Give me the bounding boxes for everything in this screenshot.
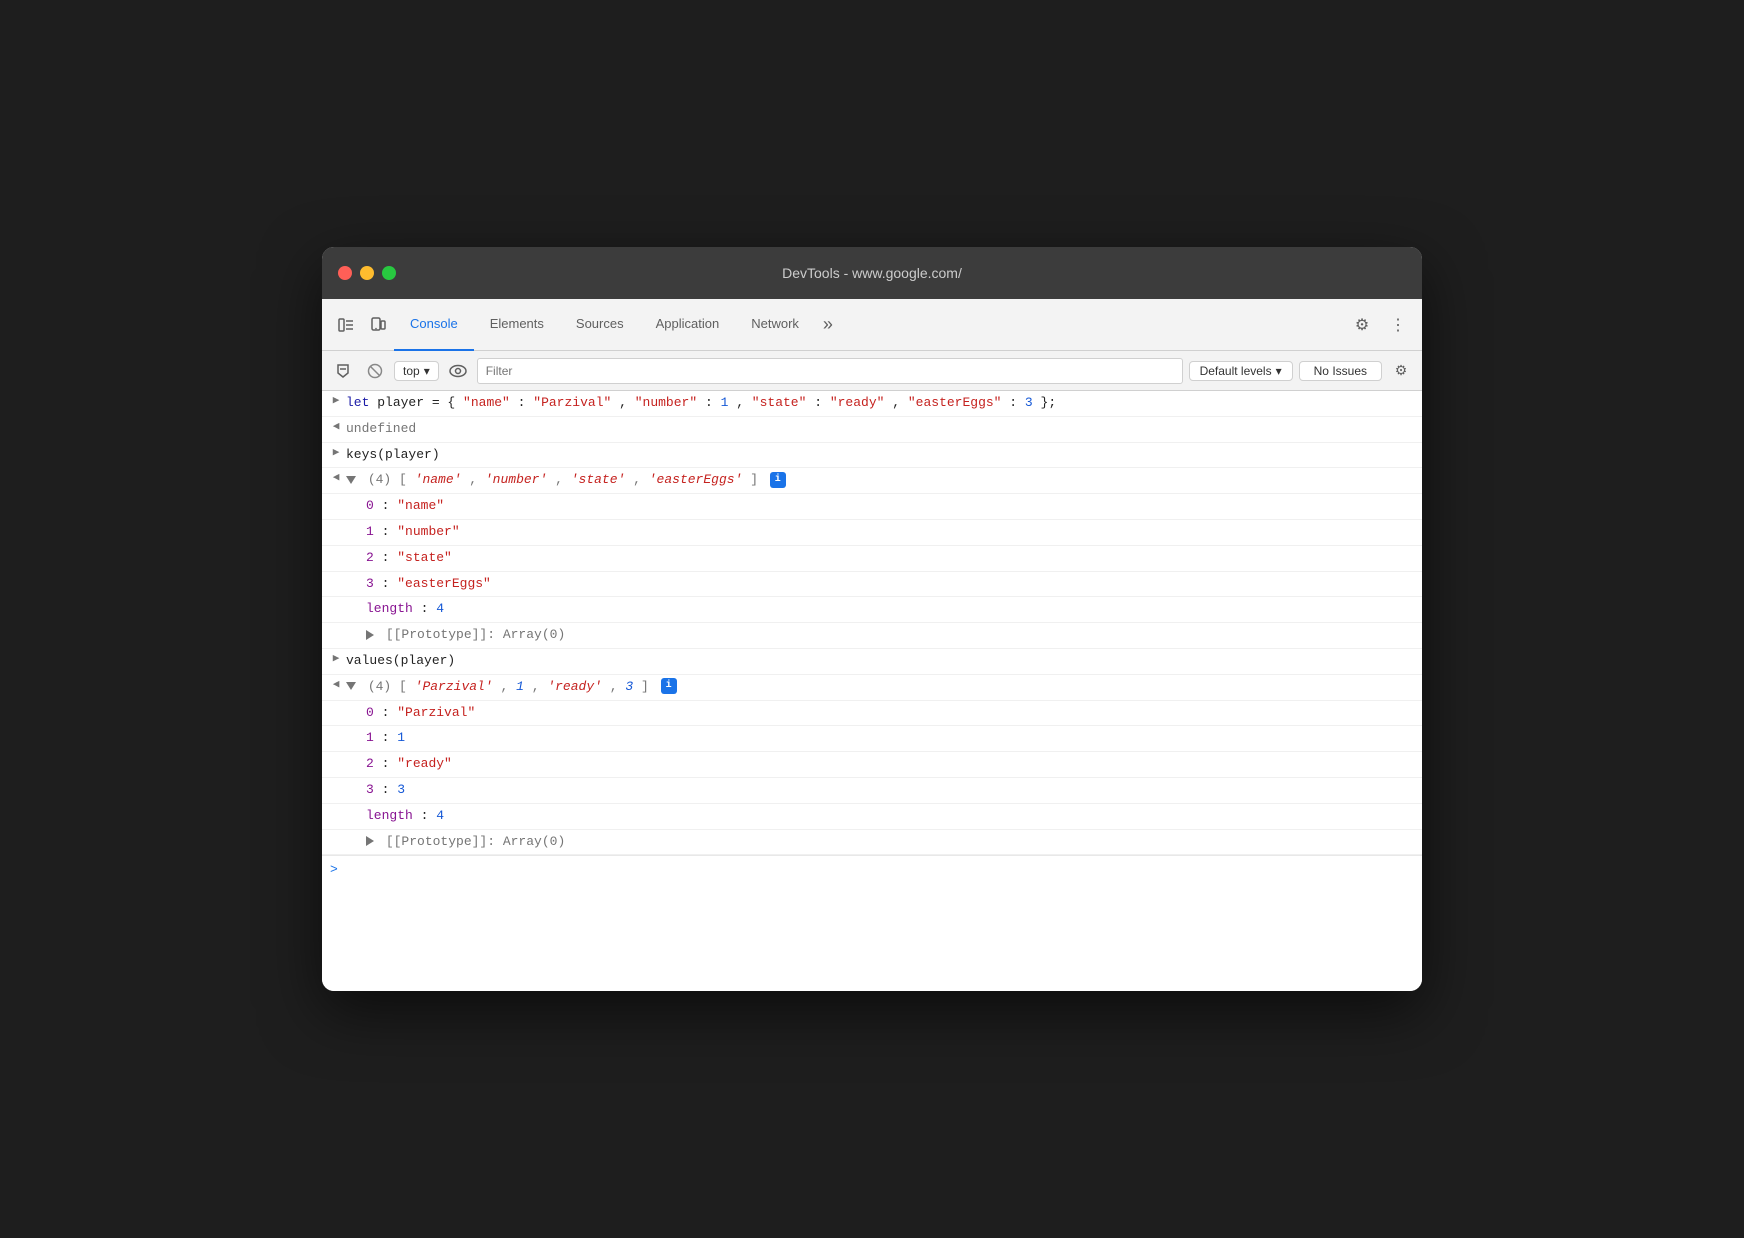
close-button[interactable] <box>338 266 352 280</box>
eye-icon[interactable] <box>445 358 471 384</box>
console-input[interactable] <box>346 863 1414 878</box>
console-input-row: > <box>322 855 1422 885</box>
tab-application[interactable]: Application <box>640 299 736 351</box>
console-line: ▶ keys(player) <box>322 443 1422 469</box>
expand-arrow[interactable]: ▶ <box>326 445 346 463</box>
output-arrow: ◀ <box>326 470 346 488</box>
tab-console[interactable]: Console <box>394 299 474 351</box>
console-line: 0 : "name" <box>322 494 1422 520</box>
no-issues-button[interactable]: No Issues <box>1299 361 1382 381</box>
console-output: ▶ let player = { "name" : "Parzival" , "… <box>322 391 1422 991</box>
console-line: 1 : 1 <box>322 726 1422 752</box>
console-line: [[Prototype]]: Array(0) <box>322 623 1422 649</box>
sidebar-toggle-icon[interactable] <box>330 309 362 341</box>
expand-arrow[interactable] <box>366 836 374 846</box>
settings-icon[interactable]: ⚙ <box>1346 309 1378 341</box>
titlebar: DevTools - www.google.com/ <box>322 247 1422 299</box>
tab-elements[interactable]: Elements <box>474 299 560 351</box>
console-line: ▶ values(player) <box>322 649 1422 675</box>
more-options-icon[interactable]: ⋮ <box>1382 309 1414 341</box>
collapse-arrow[interactable] <box>346 476 356 484</box>
console-line: 2 : "state" <box>322 546 1422 572</box>
minimize-button[interactable] <box>360 266 374 280</box>
output-arrow: ◀ <box>326 677 346 695</box>
console-line: ◀ undefined <box>322 417 1422 443</box>
info-badge[interactable]: i <box>770 472 786 488</box>
expand-arrow[interactable]: ▶ <box>326 651 346 669</box>
stop-icon[interactable] <box>362 358 388 384</box>
console-settings-icon[interactable]: ⚙ <box>1388 358 1414 384</box>
input-prompt: > <box>330 860 338 881</box>
console-line: ◀ (4) [ 'Parzival' , 1 , 'ready' , 3 ] i <box>322 675 1422 701</box>
console-line: 3 : 3 <box>322 778 1422 804</box>
maximize-button[interactable] <box>382 266 396 280</box>
tabs: Console Elements Sources Application Net… <box>394 299 1346 351</box>
default-levels-button[interactable]: Default levels ▾ <box>1189 361 1293 381</box>
console-line: length : 4 <box>322 804 1422 830</box>
clear-console-icon[interactable] <box>330 358 356 384</box>
collapse-arrow[interactable] <box>346 682 356 690</box>
tab-network[interactable]: Network <box>735 299 815 351</box>
console-toolbar: top ▾ Default levels ▾ No Issues ⚙ <box>322 351 1422 391</box>
info-badge[interactable]: i <box>661 678 677 694</box>
context-selector[interactable]: top ▾ <box>394 361 439 381</box>
tab-sources[interactable]: Sources <box>560 299 640 351</box>
expand-arrow[interactable] <box>366 630 374 640</box>
devtools-window: DevTools - www.google.com/ Console El <box>322 247 1422 991</box>
console-line: 3 : "easterEggs" <box>322 572 1422 598</box>
toolbar-right: ⚙ ⋮ <box>1346 309 1414 341</box>
console-line: 2 : "ready" <box>322 752 1422 778</box>
console-line: ▶ let player = { "name" : "Parzival" , "… <box>322 391 1422 417</box>
console-line: [[Prototype]]: Array(0) <box>322 830 1422 856</box>
more-tabs-button[interactable]: » <box>815 314 841 335</box>
console-line: ◀ (4) [ 'name' , 'number' , 'state' , 'e… <box>322 468 1422 494</box>
output-arrow: ◀ <box>326 419 346 437</box>
traffic-lights <box>338 266 396 280</box>
tab-bar: Console Elements Sources Application Net… <box>322 299 1422 351</box>
expand-arrow[interactable]: ▶ <box>326 393 346 411</box>
device-toolbar-icon[interactable] <box>362 309 394 341</box>
window-title: DevTools - www.google.com/ <box>782 265 962 281</box>
console-line: length : 4 <box>322 597 1422 623</box>
console-line: 0 : "Parzival" <box>322 701 1422 727</box>
console-line: 1 : "number" <box>322 520 1422 546</box>
filter-input[interactable] <box>477 358 1183 384</box>
